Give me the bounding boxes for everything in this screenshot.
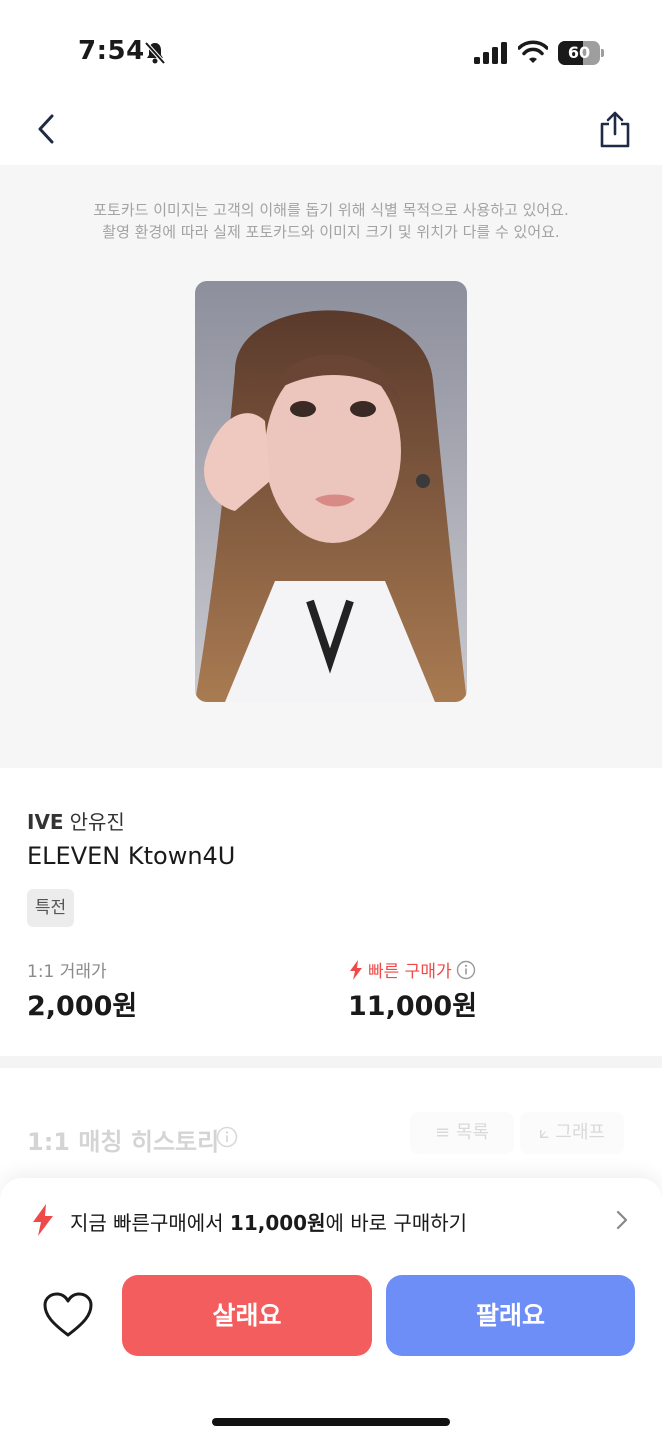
status-time: 7:54 (78, 36, 145, 66)
trade-price-value: 2,000원 (27, 991, 138, 1022)
image-disclaimer: 포토카드 이미지는 고객의 이해를 돕기 위해 식별 목적으로 사용하고 있어요… (0, 199, 662, 243)
group-name: IVE (27, 810, 64, 834)
quick-price-label: 빠른 구매가 (348, 957, 476, 982)
quick-buy-banner[interactable]: 지금 빠른구매에서 11,000원에 바로 구매하기 (0, 1178, 662, 1258)
benefit-tag: 특전 (27, 889, 74, 927)
quick-buy-prefix: 지금 빠른구매에서 (70, 1211, 230, 1235)
bell-slash-icon (144, 41, 166, 65)
section-divider (0, 1056, 662, 1068)
status-bar: 7:54 60 (0, 0, 662, 100)
quick-price-label-text: 빠른 구매가 (368, 962, 452, 982)
sell-button[interactable]: 팔래요 (386, 1275, 635, 1356)
quick-buy-amount: 11,000원 (229, 1211, 326, 1235)
history-graph-tab[interactable]: ⟀ 그래프 (520, 1112, 624, 1154)
history-list-tab[interactable]: ≡ 목록 (410, 1112, 514, 1154)
share-icon[interactable] (598, 110, 632, 150)
bottom-action-sheet: 지금 빠른구매에서 11,000원에 바로 구매하기 살래요 팔래요 (0, 1178, 662, 1440)
member-name: 안유진 (69, 810, 125, 834)
heart-icon[interactable] (42, 1291, 94, 1339)
battery-percent: 60 (567, 43, 591, 62)
back-icon[interactable] (32, 112, 62, 146)
info-icon[interactable] (216, 1126, 238, 1148)
quick-buy-text: 지금 빠른구매에서 11,000원에 바로 구매하기 (70, 1207, 467, 1236)
signal-icon (474, 42, 507, 64)
buy-button[interactable]: 살래요 (122, 1275, 372, 1356)
bolt-icon (33, 1204, 53, 1236)
disclaimer-line-1: 포토카드 이미지는 고객의 이해를 돕기 위해 식별 목적으로 사용하고 있어요… (93, 201, 569, 219)
photocard-image[interactable] (195, 281, 467, 702)
bolt-icon (350, 959, 362, 980)
history-title: 1:1 매칭 히스토리 (27, 1128, 220, 1156)
disclaimer-line-2: 촬영 환경에 따라 실제 포토카드와 이미지 크기 및 위치가 다를 수 있어요… (102, 223, 560, 241)
album-title: ELEVEN Ktown4U (27, 842, 236, 870)
wifi-icon (518, 40, 548, 63)
photocard-image-area: 포토카드 이미지는 고객의 이해를 돕기 위해 식별 목적으로 사용하고 있어요… (0, 165, 662, 768)
info-icon[interactable] (456, 960, 476, 980)
trade-price-label: 1:1 거래가 (27, 962, 107, 982)
chevron-right-icon (616, 1210, 628, 1230)
battery-indicator: 60 (558, 41, 604, 65)
quick-buy-suffix: 에 바로 구매하기 (325, 1211, 468, 1235)
home-indicator (212, 1418, 450, 1426)
quick-price-value: 11,000원 (348, 991, 478, 1022)
match-history-section: 1:1 매칭 히스토리 ≡ 목록 ⟀ 그래프 (0, 1068, 662, 1188)
artist-line: IVE 안유진 (27, 806, 125, 835)
